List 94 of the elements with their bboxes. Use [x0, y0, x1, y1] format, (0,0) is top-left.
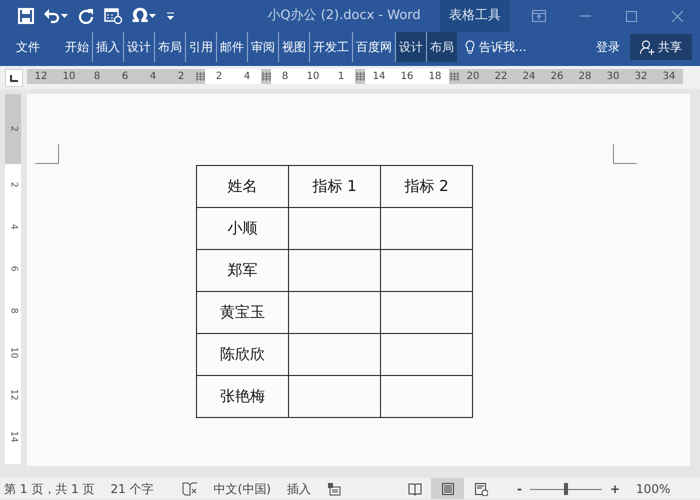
ribbon-display-icon[interactable] [532, 10, 546, 22]
print-view-icon [440, 482, 454, 496]
word-count[interactable]: 21 个字 [110, 480, 154, 498]
person-add-icon[interactable] [640, 40, 655, 54]
read-view-icon [408, 482, 422, 496]
context-label: 表格工具 [440, 0, 510, 32]
table-cell[interactable]: 张艳梅 [196, 376, 288, 418]
slider-thumb[interactable] [564, 482, 568, 494]
share-button[interactable]: 共享 [630, 34, 692, 60]
table-cell[interactable]: 陈欣欣 [196, 334, 288, 376]
ruler-number: 8 [280, 70, 290, 84]
table-cell[interactable]: 小顺 [196, 208, 288, 250]
column-marker-icon[interactable] [356, 72, 364, 81]
form-icon[interactable] [104, 8, 122, 24]
lightbulb-icon[interactable] [465, 40, 475, 54]
ribbon-tab[interactable]: 设计 [395, 32, 426, 62]
insert-mode[interactable]: 插入 [287, 480, 311, 498]
caret-icon[interactable] [149, 14, 156, 18]
tab-stop-selector[interactable] [5, 69, 23, 87]
table-cell[interactable] [288, 334, 380, 376]
zoom-level[interactable]: 100% [636, 480, 670, 498]
symbol-button[interactable]: Ω [132, 6, 148, 26]
minimize-icon[interactable] [580, 15, 590, 17]
zoom-in-button[interactable]: + [610, 480, 620, 498]
ruler-number: 8 [92, 70, 102, 84]
ruler-number: 2 [214, 70, 224, 84]
ruler-number: 2 [8, 126, 20, 132]
proofing-icon[interactable] [182, 482, 198, 496]
table-cell[interactable] [288, 376, 380, 418]
ruler-number: 2 [8, 182, 20, 188]
table-cell[interactable] [380, 292, 472, 334]
view-button[interactable] [431, 478, 464, 499]
table-cell[interactable] [380, 376, 472, 418]
zoom-out-button[interactable]: - [517, 480, 522, 498]
redo-icon[interactable] [78, 8, 94, 24]
maximize-icon[interactable] [626, 10, 636, 22]
undo-icon[interactable] [44, 8, 60, 24]
tell-me-field[interactable]: 告诉我... [479, 38, 526, 56]
window-title: 小Q办公 (2).docx - Word [266, 7, 422, 26]
tab-stop-icon [10, 74, 18, 82]
zoom-slider[interactable] [530, 482, 602, 494]
ruler-number: 4 [148, 70, 158, 84]
ruler-number: 28 [578, 70, 592, 84]
table-cell[interactable] [288, 250, 380, 292]
customize-icon[interactable] [166, 12, 176, 20]
ribbon-tab[interactable]: 布局 [426, 32, 457, 62]
page-count[interactable]: 第 1 页，共 1 页 [4, 480, 95, 498]
margin-corner-icon [613, 144, 637, 164]
ruler-number: 2 [176, 70, 186, 84]
ruler-number: 22 [494, 70, 508, 84]
macro-icon[interactable] [327, 482, 341, 496]
table-header: 姓名 [196, 166, 288, 208]
caret-icon[interactable] [61, 14, 68, 18]
ruler-number: 1 [336, 70, 346, 84]
column-marker-icon[interactable] [450, 72, 458, 81]
table-cell[interactable] [380, 250, 472, 292]
ruler-number: 4 [242, 70, 252, 84]
table-cell[interactable]: 郑军 [196, 250, 288, 292]
ribbon-tab[interactable]: 开始 [62, 32, 92, 62]
ruler-number: 24 [522, 70, 536, 84]
ruler-number: 30 [606, 70, 620, 84]
ruler-number: 14 [372, 70, 386, 84]
save-icon[interactable] [18, 8, 34, 24]
margin-corner-icon [35, 144, 59, 164]
ruler-number: 10 [306, 70, 320, 84]
ruler-number: 20 [466, 70, 480, 84]
ruler-number: 26 [550, 70, 564, 84]
language-indicator[interactable]: 中文(中国) [214, 480, 271, 498]
ruler-number: 12 [34, 70, 48, 84]
ruler-number: 4 [8, 224, 20, 230]
ruler-number: 6 [8, 266, 20, 272]
sign-in-link[interactable]: 登录 [596, 38, 620, 56]
ruler-number: 6 [120, 70, 130, 84]
ruler-number: 10 [62, 70, 76, 84]
column-marker-icon[interactable] [262, 72, 270, 81]
ruler-number: 8 [8, 308, 20, 314]
ruler-number: 34 [662, 70, 676, 84]
ruler-number: 32 [634, 70, 648, 84]
table-cell[interactable] [288, 208, 380, 250]
table-cell[interactable] [380, 334, 472, 376]
ruler-number: 16 [400, 70, 414, 84]
file-tab[interactable]: 文件 [0, 32, 52, 62]
ruler-number: 18 [428, 70, 442, 84]
ruler-number: 12 [8, 389, 20, 401]
ruler-number: 14 [8, 431, 20, 443]
table-header: 指标 1 [288, 166, 380, 208]
table-header: 指标 2 [380, 166, 472, 208]
close-icon[interactable] [672, 10, 682, 22]
table-cell[interactable] [288, 292, 380, 334]
table-cell[interactable] [380, 208, 472, 250]
web-view-icon [474, 482, 488, 496]
table-cell[interactable]: 黄宝玉 [196, 292, 288, 334]
column-marker-icon[interactable] [196, 72, 204, 81]
ruler-number: 10 [8, 347, 20, 359]
